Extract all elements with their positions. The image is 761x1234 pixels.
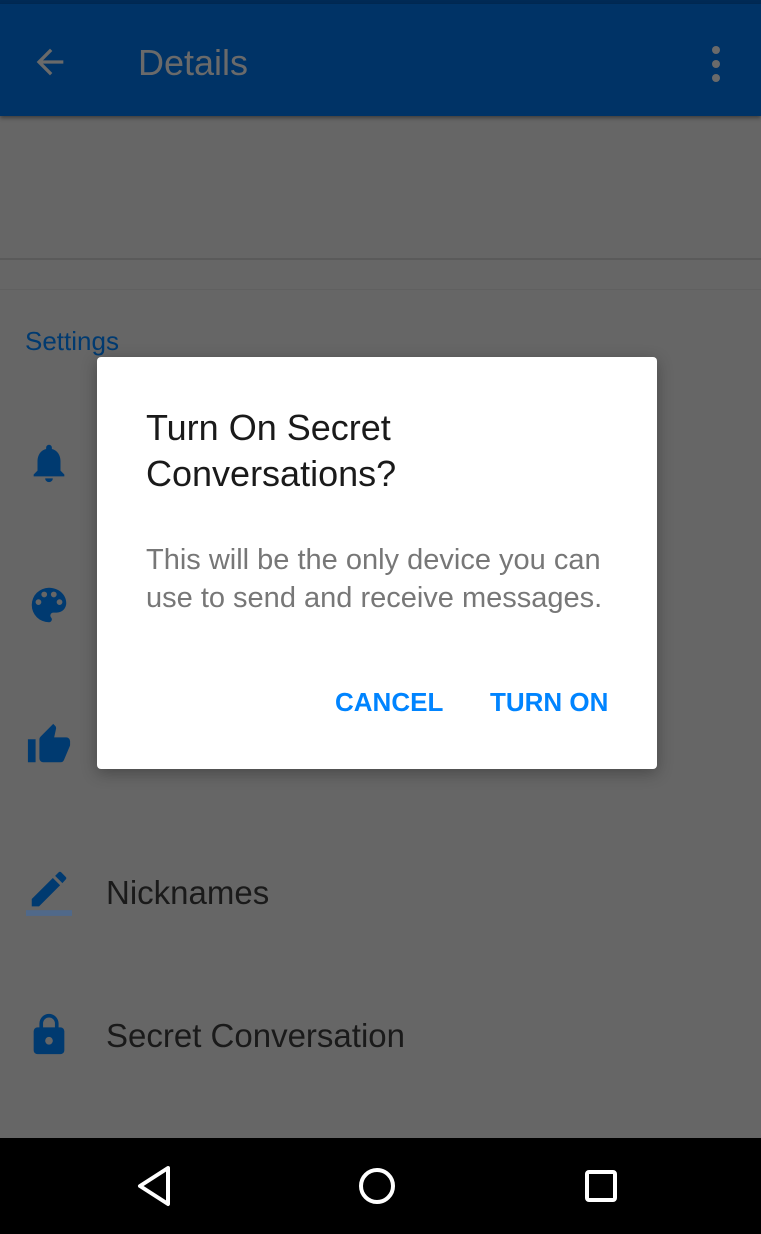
lock-icon	[33, 1013, 65, 1055]
thumbs-up-icon	[27, 723, 71, 763]
settings-item-secret-conversation[interactable]: Secret Conversation	[106, 1017, 405, 1055]
palette-icon	[31, 587, 67, 623]
navigation-bar	[0, 1138, 761, 1234]
dialog-message: This will be the only device you can use…	[146, 544, 603, 614]
settings-item-nicknames[interactable]: Nicknames	[106, 874, 269, 912]
confirm-dialog: Turn On Secret Conversations? This will …	[97, 357, 657, 769]
conversation-header	[0, 116, 761, 260]
arrow-left-icon[interactable]	[30, 42, 70, 82]
dialog-title: Turn On Secret Conversations?	[146, 407, 397, 494]
pencil-icon	[26, 871, 72, 916]
more-vert-icon[interactable]	[706, 44, 726, 84]
cancel-button[interactable]: CANCEL	[335, 687, 443, 718]
page-title: Details	[138, 42, 249, 83]
circle-home-icon[interactable]	[358, 1164, 398, 1208]
turn-on-button[interactable]: TURN ON	[490, 687, 608, 718]
app-bar: Details	[0, 4, 761, 116]
section-title-settings: Settings	[25, 326, 119, 356]
square-recents-icon[interactable]	[582, 1164, 622, 1208]
bell-icon	[33, 444, 65, 483]
divider	[0, 289, 761, 290]
triangle-back-icon[interactable]	[134, 1164, 174, 1208]
